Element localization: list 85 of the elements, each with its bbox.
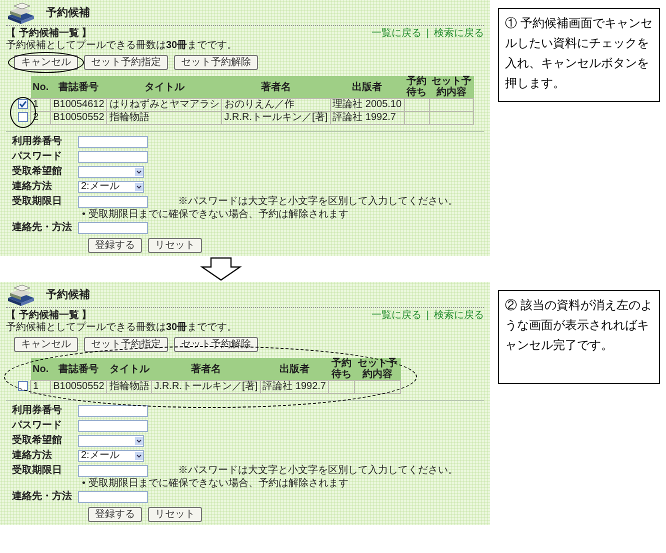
form-button[interactable]: リセット [148,507,202,522]
dropdown-arrow-icon[interactable] [135,436,143,444]
field-label: 受取期限日 [12,464,63,476]
section-title: 【 予約候補一覧 】 [6,310,92,322]
pool-limit-note: 予約候補としてプールできる冊数は30冊までです。 [6,40,238,52]
callout-text: ② 該当の資料が消え左のような画面が表示されればキャンセル完了です。 [498,290,660,384]
column-header: セット予約内容 [354,358,400,380]
field-label: 受取希望館 [12,434,63,446]
field-label: パスワード [12,150,63,162]
table-cell: 指輪物語 [109,381,150,392]
input-field[interactable] [78,196,148,208]
table-cell: J.R.R.トールキン／[著] [154,381,258,392]
field-label: 連絡方法 [12,180,53,192]
deadline-note: • 受取期限日までに確保できない場合、予約は解除されます [82,478,350,489]
pool-limit-note: 予約候補としてプールできる冊数は30冊までです。 [6,322,238,334]
input-field[interactable] [78,464,148,476]
link-separator: | [426,310,429,322]
field-label: 受取希望館 [12,166,63,178]
table-cell: おのりえん／作 [224,99,294,110]
column-header: タイトル [106,358,152,380]
column-header: No. [30,76,51,98]
row-checkbox[interactable] [18,99,28,110]
action-button[interactable]: セット予約解除 [174,55,258,70]
table-cell: B10050552 [53,381,104,392]
action-button[interactable]: キャンセル [14,337,78,352]
column-header: 著者名 [152,358,260,380]
field-label: 連絡先・方法 [12,222,73,234]
table-cell: 評論社 1992.7 [332,112,396,123]
back-to-search-link[interactable]: 検索に戻る [434,28,484,40]
section-title: 【 予約候補一覧 】 [6,28,92,40]
table-cell: 指輪物語 [109,112,150,123]
input-field[interactable] [78,136,148,148]
dropdown[interactable]: 2:メール [78,180,144,192]
table-cell: 1 [33,381,39,392]
dropdown-arrow-icon[interactable] [135,168,143,176]
column-header: 出版者 [330,76,404,98]
input-field[interactable] [78,222,148,234]
dropdown[interactable]: 2:メール [78,450,144,462]
books-icon [6,2,36,24]
table-cell: B10050552 [53,112,104,123]
field-label: 受取期限日 [12,196,63,208]
input-field[interactable] [78,150,148,162]
password-hint: ※パスワードは大文字と小文字を区別して入力してください。 [178,196,458,208]
row-checkbox[interactable] [18,112,28,122]
back-to-search-link[interactable]: 検索に戻る [434,310,484,322]
table-cell: 理論社 2005.10 [332,99,402,110]
row-checkbox[interactable] [18,381,28,392]
field-label: 利用券番号 [12,136,63,148]
books-icon [6,284,36,306]
page-title: 予約候補 [46,289,90,301]
page-title: 予約候補 [46,7,90,19]
form-button[interactable]: 登録する [88,238,142,253]
form-button[interactable]: リセット [148,238,202,253]
table-cell: B10054612 [53,99,104,110]
column-header: 著者名 [222,76,330,98]
column-header: 予約待ち [328,358,354,380]
form-button[interactable]: 登録する [88,507,142,522]
back-to-list-link[interactable]: 一覧に戻る [371,28,422,40]
down-arrow-icon [200,257,242,281]
action-button[interactable]: キャンセル [14,55,78,70]
column-header: No. [30,358,51,380]
action-button[interactable]: セット予約指定 [84,55,168,70]
column-header: 出版者 [260,358,328,380]
input-field[interactable] [78,404,148,416]
table-cell: J.R.R.トールキン／[著] [224,112,328,123]
deadline-note: • 受取期限日までに確保できない場合、予約は解除されます [82,209,350,220]
dropdown-arrow-icon[interactable] [135,182,143,190]
input-field[interactable] [78,420,148,432]
password-hint: ※パスワードは大文字と小文字を区別して入力してください。 [178,464,458,476]
field-label: パスワード [12,420,63,432]
field-label: 連絡先・方法 [12,490,73,502]
column-header: 書誌番号 [50,76,107,98]
dropdown-arrow-icon[interactable] [135,452,143,460]
table-cell: はりねずみとヤマアラシ [109,99,220,110]
input-field[interactable] [78,490,148,502]
back-to-list-link[interactable]: 一覧に戻る [371,310,422,322]
column-header: タイトル [106,76,222,98]
callout-text: ① 予約候補画面でキャンセルしたい資料にチェックを入れ、キャンセルボタンを押します。 [498,8,660,102]
column-header: 書誌番号 [50,358,107,380]
field-label: 連絡方法 [12,450,53,462]
column-header: 予約待ち [404,76,430,98]
column-header: セット予約内容 [429,76,474,98]
table-cell: 評論社 1992.7 [262,381,326,392]
link-separator: | [426,28,429,40]
field-label: 利用券番号 [12,404,63,416]
